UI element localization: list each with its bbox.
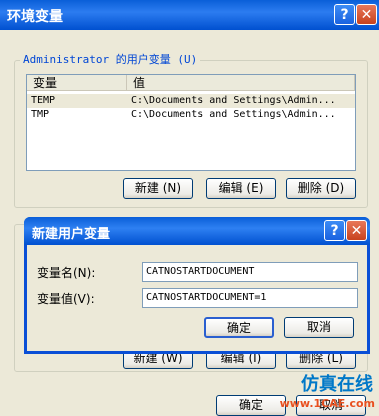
column-header-value[interactable]: 值 xyxy=(127,75,355,91)
delete-user-var-button[interactable]: 删除 (D) xyxy=(286,178,356,199)
dialog-title: 新建用户变量 xyxy=(32,227,111,242)
dialog-close-button[interactable]: ✕ xyxy=(346,220,367,241)
user-vars-group-label: Administrator 的用户变量 (U) xyxy=(20,51,201,67)
dialog-body: 变量名(N): CATNOSTARTDOCUMENT 变量值(V): CATNO… xyxy=(27,245,367,351)
main-ok-button[interactable]: 确定 xyxy=(216,395,286,416)
variable-name-label: 变量名(N): xyxy=(37,266,96,280)
window-titlebar[interactable]: 环境变量 ? ✕ xyxy=(0,0,379,30)
window-title: 环境变量 xyxy=(7,9,63,25)
watermark-text: 仿真在线 xyxy=(301,374,373,395)
var-value: C:\Documents and Settings\Admin... xyxy=(131,95,336,106)
environment-variables-window: 环境变量 ? ✕ Administrator 的用户变量 (U) 变量 值 TE… xyxy=(0,0,379,416)
user-vars-list[interactable]: 变量 值 TEMP C:\Documents and Settings\Admi… xyxy=(26,74,356,171)
var-name: TEMP xyxy=(31,95,56,106)
table-row[interactable]: TEMP C:\Documents and Settings\Admin... xyxy=(27,94,355,108)
dialog-ok-button[interactable]: 确定 xyxy=(204,317,274,338)
close-button[interactable]: ✕ xyxy=(356,4,377,25)
dialog-help-button[interactable]: ? xyxy=(324,220,345,241)
new-user-variable-dialog: 新建用户变量 ? ✕ 变量名(N): CATNOSTARTDOCUMENT 变量… xyxy=(24,217,370,354)
edit-user-var-button[interactable]: 编辑 (E) xyxy=(206,178,276,199)
var-name: TMP xyxy=(31,109,50,120)
help-button[interactable]: ? xyxy=(334,4,355,25)
variable-name-field[interactable]: CATNOSTARTDOCUMENT xyxy=(142,262,358,282)
table-row[interactable]: TMP C:\Documents and Settings\Admin... xyxy=(27,108,355,122)
watermark-url: www.1CAE.com xyxy=(279,397,375,410)
dialog-titlebar[interactable]: 新建用户变量 ? ✕ xyxy=(24,217,370,245)
var-value: C:\Documents and Settings\Admin... xyxy=(131,109,336,120)
dialog-cancel-button[interactable]: 取消 xyxy=(284,317,354,338)
new-user-var-button[interactable]: 新建 (N) xyxy=(123,178,193,199)
variable-value-label: 变量值(V): xyxy=(37,292,95,306)
column-header-name[interactable]: 变量 xyxy=(27,75,127,91)
variable-value-field[interactable]: CATNOSTARTDOCUMENT=1 xyxy=(142,288,358,308)
